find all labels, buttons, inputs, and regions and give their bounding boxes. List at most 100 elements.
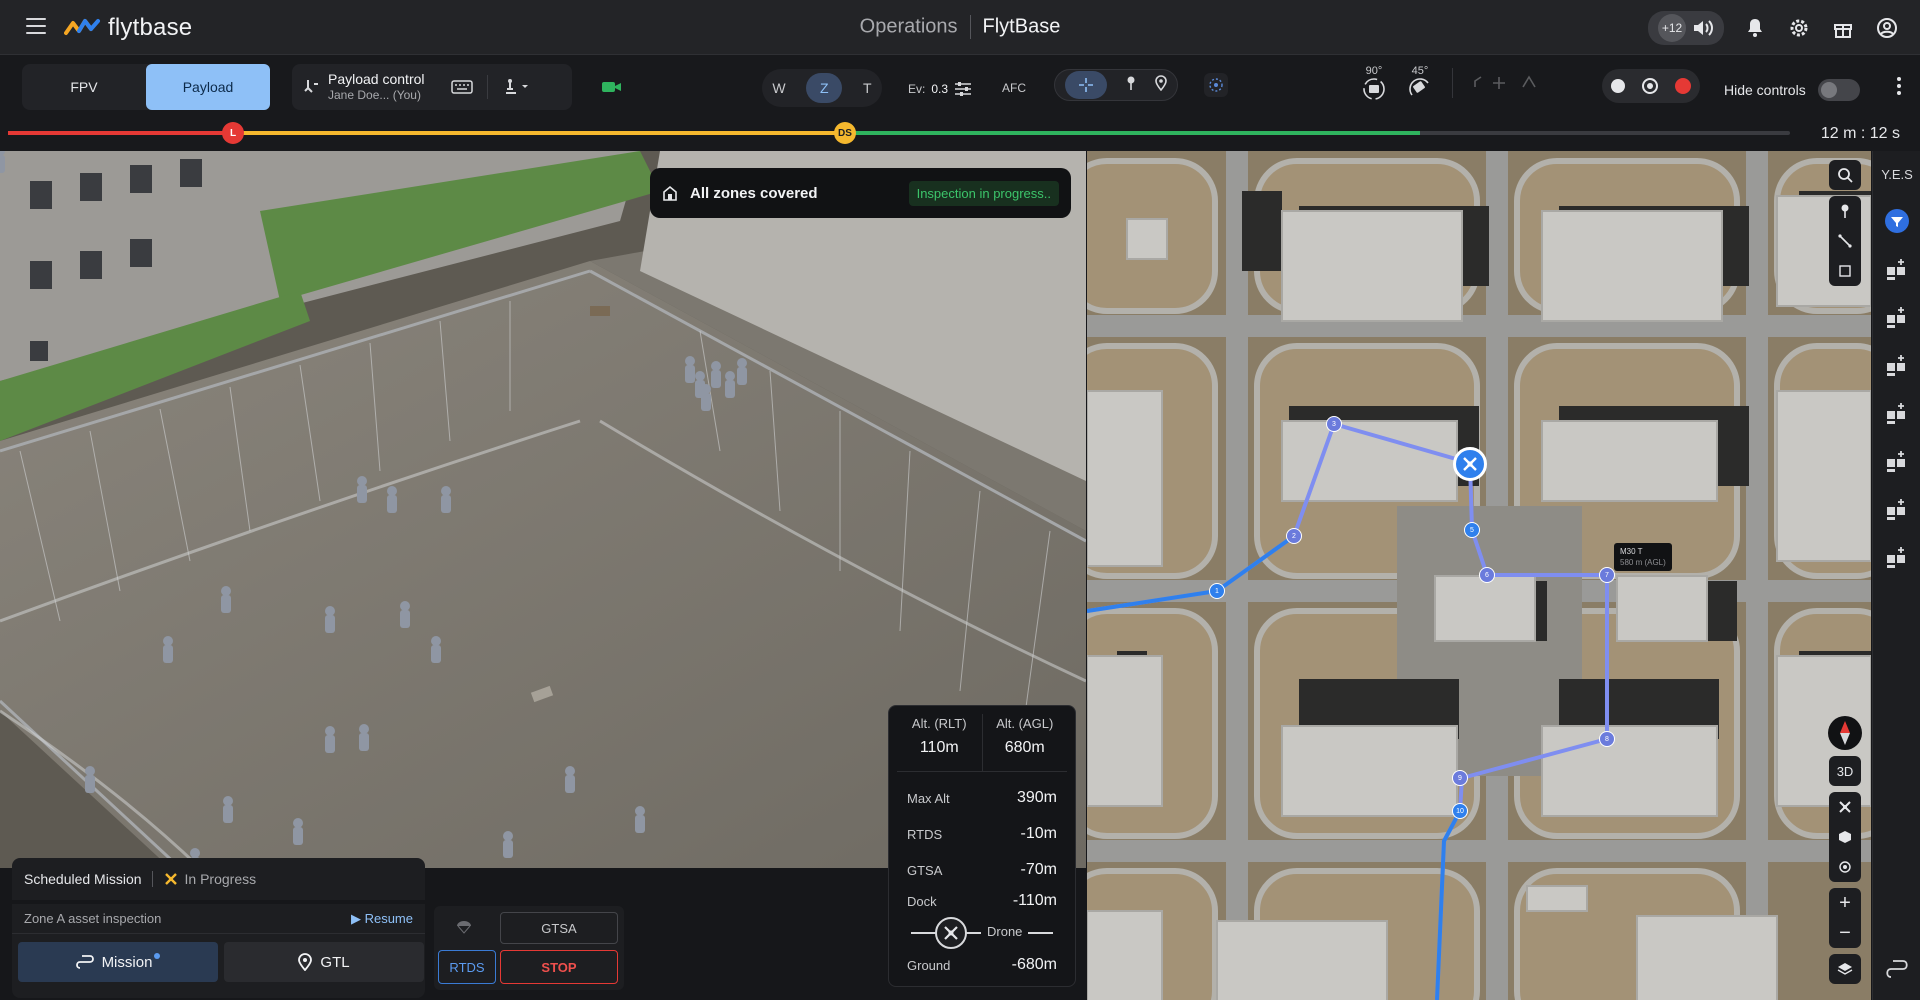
video-camera-icon[interactable] — [602, 80, 622, 99]
rtds-button[interactable]: RTDS — [438, 950, 496, 984]
zoom-zoom[interactable]: Z — [806, 73, 843, 103]
parachute-icon[interactable] — [456, 920, 472, 937]
gift-icon[interactable] — [1830, 15, 1856, 41]
more-options-icon[interactable] — [1897, 77, 1901, 98]
zones-icon — [663, 185, 677, 201]
capture-photo-button[interactable] — [1610, 79, 1625, 93]
drone-position-marker[interactable] — [1453, 447, 1487, 481]
add-widget-icon[interactable] — [1885, 449, 1909, 473]
zones-status-title: All zones covered — [690, 184, 818, 202]
alt-row-value: -110m — [1012, 892, 1057, 909]
filter-icon[interactable] — [1885, 209, 1909, 233]
sidebar-label[interactable]: Y.E.S — [1873, 167, 1920, 182]
zoom-wide[interactable]: W — [772, 80, 785, 96]
mission-title: Scheduled Mission — [24, 871, 142, 887]
hide-controls: Hide controls — [1724, 79, 1860, 101]
gtl-button[interactable]: GTL — [224, 942, 424, 982]
search-icon[interactable] — [1829, 160, 1861, 190]
title-operations: Operations — [859, 15, 958, 38]
pin-icon[interactable] — [1126, 76, 1136, 95]
waypoint-7[interactable]: 7 — [1599, 567, 1615, 583]
resume-button[interactable]: ▶ Resume — [351, 911, 413, 927]
inspection-status-badge: Inspection in progress.. — [908, 180, 1059, 206]
gimbal-yaw[interactable]: 45° — [1406, 65, 1434, 101]
gimbal-pitch-value: 90° — [1365, 65, 1383, 77]
mission-button[interactable]: Mission — [18, 942, 218, 982]
timeline-marker-landing[interactable]: L — [222, 122, 244, 144]
add-widget-icon[interactable] — [1885, 545, 1909, 569]
zoom-out-icon[interactable]: − — [1829, 918, 1861, 948]
afc-button[interactable]: AFC — [1002, 81, 1026, 95]
bell-icon[interactable] — [1742, 15, 1768, 41]
polygon-tool-icon[interactable] — [1829, 256, 1861, 286]
drone-info-tag[interactable]: M30 T 580 m (AGL) — [1614, 543, 1672, 572]
view-mode-switch: FPV Payload — [22, 64, 270, 110]
timeline-marker-dock-station[interactable]: DS — [834, 122, 856, 144]
waypoint-10[interactable]: 10 — [1452, 803, 1468, 819]
cube-icon[interactable] — [1829, 822, 1861, 852]
stop-button[interactable]: STOP — [500, 950, 618, 984]
add-widget-icon[interactable] — [1885, 257, 1909, 281]
waypoint-1[interactable]: 1 — [1209, 583, 1225, 599]
waypoint-5[interactable]: 5 — [1464, 522, 1480, 538]
record-button[interactable] — [1675, 78, 1692, 94]
altitude-summary: Alt. (RLT) 110m Alt. (AGL) 680m — [897, 714, 1067, 772]
header-actions: +12 — [1648, 11, 1900, 45]
pin-icon[interactable] — [1829, 196, 1861, 226]
crosshair-icon[interactable] — [1064, 71, 1107, 99]
participants-pill[interactable]: +12 — [1648, 11, 1724, 45]
waypoint-2[interactable]: 2 — [1286, 528, 1302, 544]
alt-row-gtsa: GTSA -70m — [889, 852, 1075, 888]
drone-label: Drone — [981, 924, 1029, 939]
right-sidebar: Y.E.S — [1872, 151, 1920, 1000]
target-track-icon[interactable] — [1204, 73, 1228, 97]
timeline-segment-landing — [8, 131, 233, 135]
exposure-control[interactable]: Ev: 0.3 — [908, 81, 972, 97]
gimbal-reset-icons[interactable] — [1471, 73, 1541, 93]
compass-icon[interactable] — [1828, 716, 1862, 750]
zoom-in-icon[interactable]: + — [1829, 888, 1861, 918]
line-tool-icon[interactable] — [1829, 226, 1861, 256]
alt-row-rtds: RTDS -10m — [889, 816, 1075, 852]
payload-control[interactable]: Payload control Jane Doe... (You) — [292, 64, 572, 110]
participants-count: +12 — [1658, 14, 1686, 42]
drone-focus-icon[interactable] — [1829, 792, 1861, 822]
mission-notification-dot — [154, 953, 161, 959]
add-widget-icon[interactable] — [1885, 497, 1909, 521]
alt-row-label: Dock — [907, 893, 937, 909]
hide-controls-toggle[interactable] — [1817, 79, 1860, 101]
mission-button-label: Mission — [101, 953, 153, 971]
satellite-map[interactable]: 1 2 3 5 6 7 8 9 10 — [1087, 151, 1871, 1000]
drone-model: M30 T — [1620, 547, 1643, 556]
keyboard-icon[interactable] — [450, 80, 473, 94]
hide-controls-label: Hide controls — [1724, 82, 1806, 98]
zoom-tele[interactable]: T — [863, 80, 872, 96]
layers-icon[interactable] — [1829, 954, 1861, 984]
drone-icon — [164, 873, 177, 885]
timer-shot-button[interactable] — [1641, 78, 1658, 94]
gimbal-pitch[interactable]: 90° — [1360, 65, 1388, 101]
add-widget-icon[interactable] — [1885, 401, 1909, 425]
alt-row-label: Ground — [907, 957, 951, 973]
recenter-icon[interactable] — [1829, 852, 1861, 882]
tab-fpv[interactable]: FPV — [22, 64, 146, 110]
gtsa-button[interactable]: GTSA — [500, 912, 618, 944]
waypoint-8[interactable]: 8 — [1599, 731, 1615, 747]
tab-payload[interactable]: Payload — [146, 64, 270, 110]
alt-agl: Alt. (AGL) 680m — [981, 714, 1068, 771]
account-icon[interactable] — [1874, 15, 1900, 41]
mission-zone-name: Zone A asset inspection — [24, 911, 162, 926]
add-widget-icon[interactable] — [1885, 353, 1909, 377]
payload-control-user: Jane Doe... (You) — [328, 88, 421, 103]
waypoint-3[interactable]: 3 — [1326, 416, 1342, 432]
waypoint-6[interactable]: 6 — [1479, 567, 1495, 583]
waypoint-9[interactable]: 9 — [1452, 770, 1468, 786]
gear-icon[interactable] — [1786, 15, 1812, 41]
zoom-controls: + − — [1829, 888, 1861, 948]
route-icon[interactable] — [1885, 957, 1909, 981]
joystick-dropdown-icon[interactable] — [502, 78, 530, 96]
add-widget-icon[interactable] — [1885, 305, 1909, 329]
location-icon[interactable] — [1155, 74, 1168, 96]
drone-icon — [935, 917, 967, 949]
view-3d-button[interactable]: 3D — [1829, 756, 1861, 786]
